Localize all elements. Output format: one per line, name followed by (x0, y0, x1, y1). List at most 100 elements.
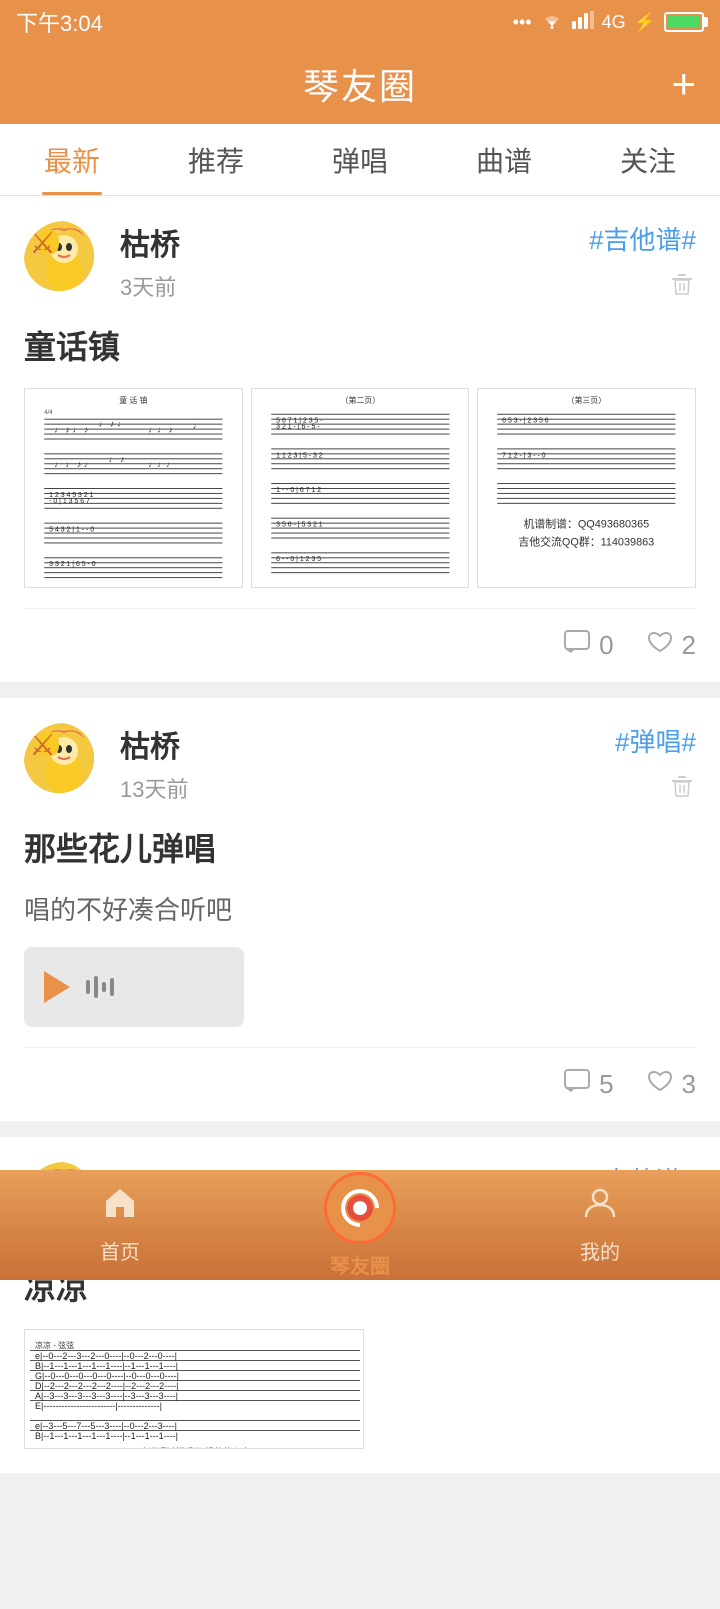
like-icon (646, 1068, 674, 1101)
tab-recommend[interactable]: 推荐 (144, 124, 288, 195)
like-icon (646, 629, 674, 662)
home-icon (102, 1185, 138, 1230)
post-footer: 5 3 (24, 1047, 696, 1121)
post-subtitle: 唱的不好凑合听吧 (24, 890, 696, 927)
feed: 枯桥 3天前 #吉他谱# 童话镇 (0, 196, 720, 1609)
mine-tab-label: 我的 (580, 1236, 620, 1265)
svg-text:♩♩ ♪: ♩♩ ♪ (148, 425, 173, 435)
svg-text:5 4 3 2 | 1 - - 0: 5 4 3 2 | 1 - - 0 (49, 527, 94, 534)
battery-icon (664, 12, 704, 32)
avatar[interactable] (24, 723, 104, 803)
post-footer: 0 2 (24, 608, 696, 682)
svg-text:3 3 2 1 | 6 5 - 0: 3 3 2 1 | 6 5 - 0 (49, 561, 96, 568)
svg-text:♩ ♪ ♩: ♩ ♪ ♩ (99, 419, 126, 429)
lightning-icon: ⚡ (634, 12, 656, 33)
wave-bar (94, 976, 98, 998)
svg-text:♩♩♩: ♩♩♩ (148, 459, 175, 469)
delete-button[interactable] (668, 771, 696, 808)
tab-score[interactable]: 曲谱 (432, 124, 576, 195)
delete-button[interactable] (668, 269, 696, 306)
svg-text:e|--0---2---3---2---0----|--0-: e|--0---2---3---2---0----|--0---2---0---… (35, 1351, 177, 1361)
status-time: 下午3:04 (16, 6, 103, 38)
network-type: 4G (602, 12, 626, 33)
bottom-tab-qinyouquan[interactable]: 琴友圈 (240, 1172, 480, 1279)
svg-text:3 5 6 - | 5 3 2 1: 3 5 6 - | 5 3 2 1 (276, 522, 323, 529)
avatar-image (24, 723, 94, 793)
sound-waves (86, 976, 114, 998)
svg-text:吉他交流QQ群：114039863: 吉他交流QQ群：114039863 (519, 534, 655, 548)
sheet-image-3[interactable]: （第三页） 6 5 3 - | 2 3 5 6 7 1 2 - | 3 - - … (477, 388, 696, 588)
qinyouquan-tab-label: 琴友圈 (330, 1250, 390, 1279)
bottom-spacer (0, 1489, 720, 1609)
home-tab-label: 首页 (100, 1236, 140, 1265)
post-card: 枯桥 13天前 #弹唱# 那些花儿弹唱 唱的不好凑合听吧 (0, 698, 720, 1121)
svg-text:G|--0---0---0---0---0----|--0-: G|--0---0---0---0---0----|--0---0---0---… (35, 1371, 179, 1381)
post-header: 枯桥 13天前 #弹唱# (24, 722, 696, 808)
post-header: 枯桥 3天前 #吉他谱# (24, 220, 696, 306)
post-title: 那些花儿弹唱 (24, 824, 696, 870)
svg-text:e|--3---5---7---5---3----|--0-: e|--3---5---7---5---3----|--0---2---3---… (35, 1421, 177, 1431)
avatar[interactable] (24, 221, 104, 301)
post-username[interactable]: 枯桥 (120, 722, 188, 766)
status-icons: ••• 4G ⚡ (513, 10, 704, 35)
center-tab-icon (324, 1172, 396, 1244)
svg-text:B|--1---1---1---1---1----|--1-: B|--1---1---1---1---1----|--1---1---1---… (35, 1361, 178, 1371)
battery-fill (668, 16, 699, 28)
sheet-image-1[interactable]: 童 话 镇 4/4 ♩ ♪ ♩ ♪ ♩ ♪ ♩ ♩♩ ♪ ♩ (24, 388, 243, 588)
circle-inner (347, 1195, 373, 1221)
comment-count: 0 (599, 630, 613, 661)
bottom-tab-home[interactable]: 首页 (0, 1185, 240, 1265)
wifi-icon (540, 10, 564, 35)
avatar-image (24, 221, 94, 291)
comment-count: 5 (599, 1069, 613, 1100)
svg-text:1 - - 0 | 6 7 1 2: 1 - - 0 | 6 7 1 2 (276, 487, 321, 494)
post-header-right: #吉他谱# (589, 220, 696, 306)
sheet-image-2[interactable]: （第二页） 5 6 7 1 | 2 3 5 - 3 2 1 - | 6 - 5 … (251, 388, 470, 588)
tab-singing[interactable]: 弹唱 (288, 124, 432, 195)
like-action[interactable]: 2 (646, 629, 696, 662)
tab-bar: 最新 推荐 弹唱 曲谱 关注 (0, 124, 720, 196)
comment-icon (563, 1068, 591, 1101)
tab-follow[interactable]: 关注 (576, 124, 720, 195)
comment-action[interactable]: 5 (563, 1068, 613, 1101)
post-username[interactable]: 枯桥 (120, 220, 180, 264)
audio-player[interactable] (24, 947, 244, 1027)
svg-text:D|--2---2---2---2---2----|--2-: D|--2---2---2---2---2----|--2---2---2---… (35, 1381, 178, 1391)
svg-text:- 0 | 1 3 5 6 7: - 0 | 1 3 5 6 7 (49, 498, 90, 505)
svg-text:（第三页）: （第三页） (567, 395, 607, 405)
svg-text:6 - - 0 | 1 2 3 5: 6 - - 0 | 1 2 3 5 (276, 556, 321, 563)
add-button[interactable]: + (671, 60, 696, 108)
svg-text:3 2 1 - | 6 - 5 -: 3 2 1 - | 6 - 5 - (276, 424, 319, 431)
like-count: 2 (682, 630, 696, 661)
post-tag[interactable]: #吉他谱# (589, 220, 696, 257)
svg-text:♩ ♩ ♪ ♩: ♩ ♩ ♪ ♩ (54, 459, 93, 469)
bottom-tab-mine[interactable]: 我的 (480, 1185, 720, 1265)
sheet-preview[interactable]: 凉凉 - 弦弦 e|--0---2---3---2---0----|--0---… (24, 1329, 364, 1449)
wave-bar (110, 978, 114, 996)
app-header: 琴友圈 + (0, 44, 720, 124)
post-user-info: 枯桥 3天前 (120, 220, 180, 302)
tab-latest[interactable]: 最新 (0, 124, 144, 195)
svg-text:6 5 3 - | 2 3 5 6: 6 5 3 - | 2 3 5 6 (503, 418, 550, 425)
svg-text:7 1 2 - | 3 - - 0: 7 1 2 - | 3 - - 0 (503, 452, 546, 459)
post-time: 13天前 (120, 772, 188, 804)
svg-text:♩ ♪ ♩ ♪: ♩ ♪ ♩ ♪ (54, 425, 88, 435)
post-card: 枯桥 3天前 #吉他谱# 童话镇 (0, 196, 720, 682)
svg-text:♩: ♩ (193, 421, 202, 431)
post-title: 童话镇 (24, 322, 696, 368)
svg-text:机谱制谱：QQ493680365: 机谱制谱：QQ493680365 (524, 517, 650, 531)
play-icon (44, 971, 70, 1003)
svg-text:B|--1---1---1---1---1----|--1-: B|--1---1---1---1---1----|--1---1---1---… (35, 1431, 178, 1441)
like-action[interactable]: 3 (646, 1068, 696, 1101)
comment-action[interactable]: 0 (563, 629, 613, 662)
post-time: 3天前 (120, 270, 180, 302)
wave-bar (102, 982, 106, 992)
svg-text:（第二页）: （第二页） (340, 395, 380, 405)
post-tag[interactable]: #弹唱# (615, 722, 696, 759)
post-header-left: 枯桥 3天前 (24, 220, 180, 302)
comment-icon (563, 629, 591, 662)
signal-dots: ••• (513, 12, 532, 33)
svg-text:凉凉 - 弦弦: 凉凉 - 弦弦 (35, 1340, 74, 1350)
svg-text:A|--3---3---3---3---3----|--3-: A|--3---3---3---3---3----|--3---3---3---… (35, 1391, 178, 1401)
sheet-grid: 童 话 镇 4/4 ♩ ♪ ♩ ♪ ♩ ♪ ♩ ♩♩ ♪ ♩ (24, 388, 696, 588)
